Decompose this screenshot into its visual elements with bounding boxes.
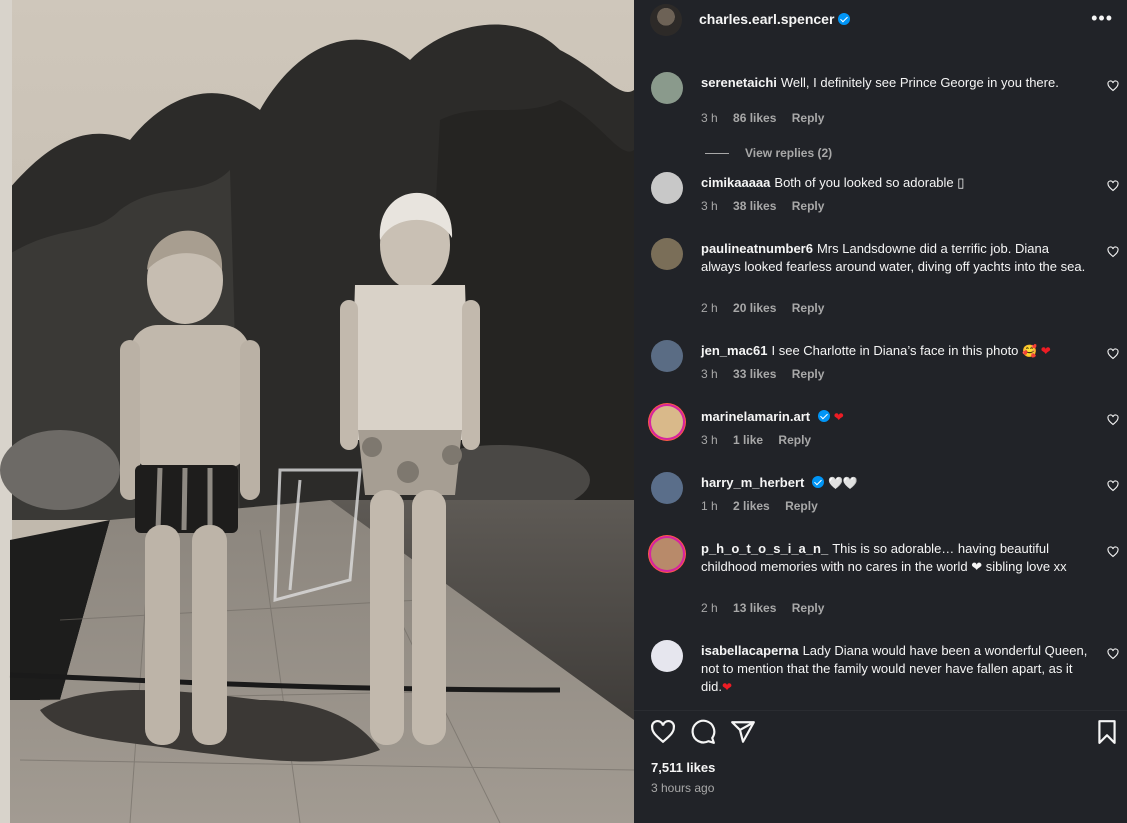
comment-icon[interactable] bbox=[690, 719, 716, 745]
comment-likes[interactable]: 38 likes bbox=[733, 199, 776, 213]
like-comment-heart-icon[interactable] bbox=[1107, 480, 1119, 492]
comment-body: cimikaaaaa Both of you looked so adorable… bbox=[701, 174, 1091, 192]
comment-username[interactable]: p_h_o_t_o_s_i_a_n_ bbox=[701, 541, 828, 556]
author-avatar[interactable] bbox=[650, 4, 682, 36]
comment-body: isabellacaperna Lady Diana would have bee… bbox=[701, 642, 1091, 696]
commenter-avatar[interactable] bbox=[651, 472, 683, 504]
vintage-photo-image bbox=[0, 0, 634, 823]
post-photo bbox=[0, 0, 634, 823]
comment-time: 3 h bbox=[701, 111, 718, 125]
post-time-ago: 3 hours ago bbox=[651, 781, 715, 795]
comment-emoji: 🤍🤍 bbox=[827, 476, 858, 490]
comment-meta: 3 h 1 like Reply bbox=[701, 433, 823, 447]
comment-text: Both of you looked so adorable ▯ bbox=[774, 175, 965, 190]
reply-button[interactable]: Reply bbox=[792, 367, 825, 381]
comment-username[interactable]: jen_mac61 bbox=[701, 343, 768, 358]
comment-time: 2 h bbox=[701, 301, 718, 315]
like-comment-heart-icon[interactable] bbox=[1107, 246, 1119, 258]
verified-badge-icon bbox=[812, 476, 825, 488]
comment-likes[interactable]: 33 likes bbox=[733, 367, 776, 381]
comment-likes[interactable]: 20 likes bbox=[733, 301, 776, 315]
comment-username[interactable]: serenetaichi bbox=[701, 75, 777, 90]
comment-likes[interactable]: 13 likes bbox=[733, 601, 776, 615]
view-replies-button[interactable]: View replies (2) bbox=[705, 146, 832, 160]
comment-body: p_h_o_t_o_s_i_a_n_ This is so adorable… h… bbox=[701, 540, 1091, 576]
comment-username[interactable]: isabellacaperna bbox=[701, 643, 799, 658]
comment-meta: 2 h 13 likes Reply bbox=[701, 601, 836, 615]
heart-icon[interactable] bbox=[650, 719, 676, 745]
verified-badge-icon bbox=[838, 13, 851, 25]
comment-username[interactable]: marinelamarin.art bbox=[701, 409, 810, 424]
comment-text: Well, I definitely see Prince George in … bbox=[780, 75, 1059, 90]
comment-username[interactable]: harry_m_herbert bbox=[701, 475, 804, 490]
comment-meta: 3 h 86 likes Reply bbox=[701, 111, 836, 125]
replies-divider-line bbox=[705, 153, 729, 155]
comment-text: I see Charlotte in Diana’s face in this … bbox=[771, 343, 1019, 358]
comment-likes[interactable]: 2 likes bbox=[733, 499, 770, 513]
commenter-avatar[interactable] bbox=[651, 640, 683, 672]
post-header: charles.earl.spencer ••• bbox=[634, 0, 1127, 40]
comment-time: 3 h bbox=[701, 367, 718, 381]
comment-body: jen_mac61 I see Charlotte in Diana’s face… bbox=[701, 342, 1091, 360]
comment-emoji: ❤ bbox=[721, 680, 733, 694]
reply-button[interactable]: Reply bbox=[785, 499, 818, 513]
commenter-avatar[interactable] bbox=[651, 538, 683, 570]
reply-button[interactable]: Reply bbox=[792, 111, 825, 125]
comments-list[interactable]: serenetaichi Well, I definitely see Princ… bbox=[634, 60, 1127, 700]
more-options-icon[interactable]: ••• bbox=[1091, 8, 1113, 29]
commenter-avatar[interactable] bbox=[651, 172, 683, 204]
author-username[interactable]: charles.earl.spencer bbox=[699, 11, 851, 27]
comment-time: 3 h bbox=[701, 433, 718, 447]
comment-body: harry_m_herbert 🤍🤍 bbox=[701, 474, 1091, 492]
like-comment-heart-icon[interactable] bbox=[1107, 414, 1119, 426]
reply-button[interactable]: Reply bbox=[792, 601, 825, 615]
post-actions-bar bbox=[634, 710, 1127, 750]
like-comment-heart-icon[interactable] bbox=[1107, 80, 1119, 92]
comment-username[interactable]: paulineatnumber6 bbox=[701, 241, 813, 256]
comment-body: serenetaichi Well, I definitely see Princ… bbox=[701, 74, 1091, 92]
comment-body: marinelamarin.art ❤ bbox=[701, 408, 1091, 426]
share-icon[interactable] bbox=[730, 719, 756, 745]
comment-body: paulineatnumber6 Mrs Landsdowne did a ter… bbox=[701, 240, 1091, 276]
comment-username[interactable]: cimikaaaaa bbox=[701, 175, 770, 190]
like-comment-heart-icon[interactable] bbox=[1107, 180, 1119, 192]
comment-time: 2 h bbox=[701, 601, 718, 615]
commenter-avatar[interactable] bbox=[651, 406, 683, 438]
reply-button[interactable]: Reply bbox=[778, 433, 811, 447]
verified-badge-icon bbox=[818, 410, 831, 422]
comment-meta: 3 h 33 likes Reply bbox=[701, 367, 836, 381]
view-replies-label[interactable]: View replies (2) bbox=[745, 146, 832, 160]
comment-meta: 3 h 38 likes Reply bbox=[701, 199, 836, 213]
author-username-text[interactable]: charles.earl.spencer bbox=[699, 11, 834, 27]
comment-time: 1 h bbox=[701, 499, 718, 513]
like-comment-heart-icon[interactable] bbox=[1107, 648, 1119, 660]
comment-emoji: ❤ bbox=[833, 410, 844, 424]
like-comment-heart-icon[interactable] bbox=[1107, 348, 1119, 360]
comment-time: 3 h bbox=[701, 199, 718, 213]
commenter-avatar[interactable] bbox=[651, 72, 683, 104]
reply-button[interactable]: Reply bbox=[792, 301, 825, 315]
comment-meta: 2 h 20 likes Reply bbox=[701, 301, 836, 315]
like-comment-heart-icon[interactable] bbox=[1107, 546, 1119, 558]
post-likes-count[interactable]: 7,511 likes bbox=[651, 760, 715, 775]
comment-meta: 1 h 2 likes Reply bbox=[701, 499, 830, 513]
comment-likes[interactable]: 86 likes bbox=[733, 111, 776, 125]
commenter-avatar[interactable] bbox=[651, 340, 683, 372]
bookmark-icon[interactable] bbox=[1094, 719, 1120, 745]
comment-emoji: 🥰 ❤ bbox=[1022, 344, 1051, 358]
reply-button[interactable]: Reply bbox=[792, 199, 825, 213]
post-side-panel: charles.earl.spencer ••• serenetaichi Wel… bbox=[634, 0, 1127, 823]
commenter-avatar[interactable] bbox=[651, 238, 683, 270]
comment-likes[interactable]: 1 like bbox=[733, 433, 763, 447]
